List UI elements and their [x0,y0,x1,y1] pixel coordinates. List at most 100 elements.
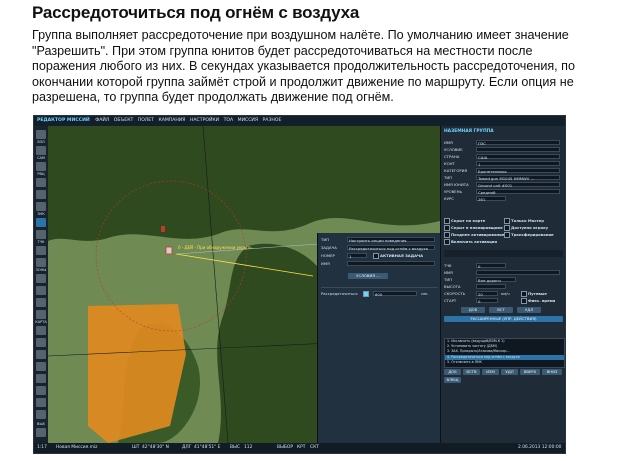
triggers-tool-icon[interactable] [36,310,46,319]
name-input[interactable] [347,261,435,266]
zoom-out-tool-icon[interactable] [36,386,46,395]
trigger-zone-tool-icon[interactable] [36,218,46,227]
group-name-input[interactable]: ПЗС [476,140,560,146]
category-select[interactable]: Бронетехника [476,168,560,174]
triggered-action-panel: ТИП Настроить опции поведения ЗАДАЧА Рас… [317,233,441,443]
latitude-label: ШТ [132,445,140,450]
speed-input[interactable]: 20 [476,291,498,297]
waypoint-name-input[interactable] [476,270,560,275]
start-time-input[interactable]: 0 [476,298,498,304]
route-tab-strip[interactable] [444,250,563,257]
fixed-time-checkbox[interactable]: Фикс. время [521,298,555,304]
group-unit-icon[interactable] [165,246,173,255]
type-select[interactable]: Настроить опции поведения [347,237,435,243]
activation-checkbox[interactable]: Включить активация [444,239,498,245]
action-add-button[interactable]: ДОБ [444,369,461,375]
weather-tool-icon[interactable] [36,286,46,295]
insert-waypoint-button[interactable]: ВСТ [489,307,513,313]
checkbox-label: Включить активация [451,239,498,244]
field-label: ТИП [321,237,330,242]
info-tool-icon[interactable] [36,362,46,371]
checkbox-label: Доступно игроку [511,225,549,230]
heading-input[interactable]: 261 [476,196,506,202]
menu-settings[interactable]: НАСТРОЙКИ [190,118,219,123]
route-row: ИМЯ [444,270,563,276]
field-label: ВЫСОТА [444,284,461,289]
longitude-value: 41°48'51" E [194,445,221,450]
aircraft-tool-icon[interactable] [36,146,46,155]
goals-tool-icon[interactable] [36,298,46,307]
ruler-tool-icon[interactable] [36,258,46,267]
skill-select[interactable]: Средний [476,189,560,195]
menu-object[interactable]: ОБЪЕКТ [114,118,134,123]
action-insert-button[interactable]: ВСТВ [463,369,480,375]
group-properties-panel: НАЗЕМНАЯ ГРУППА ИМЯ ПЗС УСЛОВИЕ СТРАНА США… [440,126,565,443]
actions-list[interactable]: 1. Исключить (ведущий/ВЗМ-К 1) 2. Устано… [444,338,565,368]
center-tool-icon[interactable] [36,398,46,407]
unit-count-input[interactable]: 1 [476,161,560,167]
app-title: РЕДАКТОР МИССИЙ [37,118,90,123]
map-tool[interactable]: КРТ [297,443,305,453]
altitude-value: 112 [244,445,253,450]
player-available-checkbox[interactable]: Доступно игроку [504,225,549,231]
toolbar-label: ВЫХ [37,422,45,426]
zoom-in-tool-icon[interactable] [36,374,46,383]
menu-file[interactable]: ФАЙЛ [95,118,109,123]
field-label: ТЧК [444,263,452,268]
add-waypoint-button[interactable]: ДОБ [461,307,485,313]
ship-tool-icon[interactable] [36,190,46,199]
condition-input[interactable] [476,147,560,152]
dispersal-seconds-input[interactable]: 600 [373,291,417,297]
list-item[interactable]: 5. Отключить в ЛНК [445,360,564,365]
master-only-checkbox[interactable]: Только Мастер [504,218,544,224]
action-down-button[interactable]: ВНИЗ [542,369,562,375]
filter-tool-icon[interactable] [36,350,46,359]
menu-campaign[interactable]: КАМПАНИЯ [158,118,185,123]
briefing-tool-icon[interactable] [36,274,46,283]
helicopter-tool-icon[interactable] [36,162,46,171]
enemy-unit-icon[interactable] [161,226,165,232]
waypoint-option-checkbox[interactable]: Путевые [521,291,547,297]
menu-misc[interactable]: РАЗНОЕ [263,118,282,123]
waypoint-number-input[interactable]: 0 [476,263,506,269]
action-edit-button[interactable]: ИЗМ [482,369,499,375]
advanced-actions-tab[interactable]: РАСШИРЕННЫЕ (УПР. ДЕЙСТВИЯ) [444,316,563,322]
toolbar-label: РВЦ [37,172,45,176]
zone-tool-icon[interactable] [36,246,46,255]
menu-toa[interactable]: ТОА [224,118,234,123]
action-delete-button[interactable]: УДЛ [501,369,518,375]
conditions-button[interactable]: УСЛОВИЯ ... [348,273,388,279]
late-activation-checkbox[interactable]: Позднее активирование [444,232,504,238]
transfer-checkbox[interactable]: Трансферирование [504,232,554,238]
waypoint-type-select[interactable]: Вне дороги [476,277,516,283]
active-task-checkbox[interactable]: АКТИВНАЯ ЗАДАЧА [373,253,423,259]
mini-map-tool-icon[interactable] [36,410,46,419]
hidden-on-map-checkbox[interactable]: Скрыт на карте [444,218,485,224]
hidden-planner-checkbox[interactable]: Скрыт в планировщике [444,225,503,231]
field-label: КУРС [444,196,454,201]
type-select[interactable]: Towed gun M1045 HMMWV ... [476,175,560,181]
group-row: УСЛОВИЕ [444,147,563,153]
number-input[interactable]: 1 [347,253,367,259]
menu-flight[interactable]: ПОЛЕТ [138,118,154,123]
exit-tool-icon[interactable] [36,428,46,437]
map-tool-icon[interactable] [36,326,46,335]
scale-tool[interactable]: СКТ [310,443,319,453]
ground-unit-tool-icon[interactable] [36,178,46,187]
seconds-unit: сек [421,291,428,296]
select-tool[interactable]: ВЫБОР [277,443,293,453]
static-tool-icon[interactable] [36,202,46,211]
layers-tool-icon[interactable] [36,338,46,347]
country-select[interactable]: США [476,154,560,160]
unit-name-input[interactable]: Ground unit #001 [476,182,560,188]
point-tool-icon[interactable] [36,230,46,239]
delete-waypoint-button[interactable]: УДЛ [517,307,541,313]
menu-mission[interactable]: МИССИЯ [238,118,258,123]
takeoff-tool-icon[interactable] [36,130,46,139]
action-save-button[interactable]: ВЛЕЩ [444,377,461,383]
altitude-input[interactable] [476,284,506,289]
task-select[interactable]: Рассредоточиться под огнём с воздуха [347,245,435,251]
dispersal-checkbox[interactable] [363,291,370,297]
action-up-button[interactable]: ВВЕРХ [520,369,540,375]
checkbox-label: Трансферирование [511,232,554,237]
